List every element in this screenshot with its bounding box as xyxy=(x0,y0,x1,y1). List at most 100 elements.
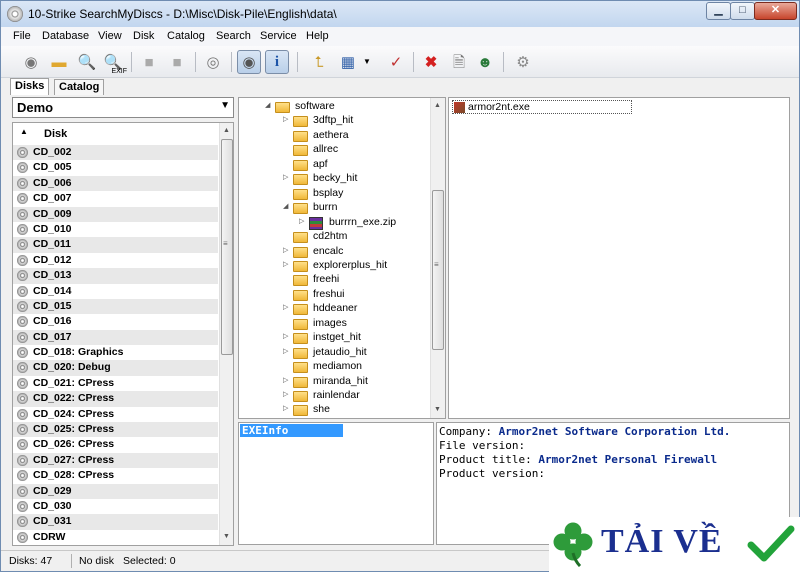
properties-icon[interactable]: ✓ xyxy=(384,50,408,74)
collapse-icon[interactable]: ◢ xyxy=(265,101,270,109)
scroll-down-icon[interactable]: ▼ xyxy=(434,406,441,413)
details-view-icon[interactable]: ■ xyxy=(165,50,189,74)
scroll-up-icon[interactable]: ▲ xyxy=(434,102,441,109)
disk-list-item[interactable]: CD_016 xyxy=(13,314,218,329)
expand-icon[interactable]: ▷ xyxy=(283,303,288,311)
disk-list-item[interactable]: CD_009 xyxy=(13,206,218,222)
scroll-down-icon[interactable]: ▼ xyxy=(223,533,230,540)
settings-gear-icon[interactable]: ⚙ xyxy=(511,50,535,74)
cd-disc-icon xyxy=(17,439,28,451)
disk-list-item[interactable]: CD_010 xyxy=(13,222,218,237)
info-panel-toggle-icon[interactable]: i xyxy=(265,50,289,74)
disk-list-item[interactable]: CD_012 xyxy=(13,253,218,268)
file-item[interactable]: armor2nt.exe xyxy=(452,100,632,114)
disk-list-item[interactable]: CD_029 xyxy=(13,483,218,499)
scroll-up-icon[interactable]: ▲ xyxy=(223,127,230,134)
app-disc-icon[interactable] xyxy=(7,6,23,22)
menu-view[interactable]: View xyxy=(98,30,122,42)
tree-scrollbar[interactable]: ▲ ≡ ▼ xyxy=(430,98,445,418)
disk-list-item[interactable]: CD_020: Debug xyxy=(13,360,218,376)
company-value: Armor2net Software Corporation Ltd. xyxy=(498,425,731,438)
expand-icon[interactable]: ▷ xyxy=(283,347,288,355)
disk-list-item[interactable]: CD_030 xyxy=(13,499,218,514)
disk-list-item[interactable]: CD_026: CPress xyxy=(13,437,218,452)
catalog-select[interactable]: Demo ▼ xyxy=(12,97,234,118)
preview-icon[interactable]: 🗎 xyxy=(447,50,471,74)
maximize-button[interactable]: □ xyxy=(730,2,755,20)
scrollbar-thumb[interactable] xyxy=(432,190,444,350)
disk-list-item[interactable]: CD_018: Graphics xyxy=(13,345,218,360)
toolbar-separator xyxy=(195,52,196,72)
disk-list-scrollbar[interactable]: ▲ ≡ ▼ xyxy=(219,123,233,545)
menu-database[interactable]: Database xyxy=(42,30,89,42)
tree-item-label: miranda_hit xyxy=(313,374,368,387)
expand-icon[interactable]: ▷ xyxy=(283,246,288,254)
disk-stack-icon[interactable]: ◎ xyxy=(201,50,225,74)
expand-icon[interactable]: ▷ xyxy=(299,217,304,225)
disk-list-item[interactable]: CD_011 xyxy=(13,237,218,253)
disk-name: CD_018: Graphics xyxy=(33,346,124,359)
info-section-exeinfo[interactable]: EXEInfo xyxy=(240,424,343,437)
menu-disk[interactable]: Disk xyxy=(133,30,154,42)
folder-icon xyxy=(293,203,308,215)
title-bar[interactable]: 10-Strike SearchMyDiscs - D:\Misc\Disk-P… xyxy=(1,1,799,27)
left-panel-tabs: Disks Catalog xyxy=(1,78,237,95)
delete-icon[interactable]: ✖ xyxy=(419,50,443,74)
disk-list-item[interactable]: CD_014 xyxy=(13,284,218,299)
toolbar-separator xyxy=(131,52,132,72)
menu-help[interactable]: Help xyxy=(306,30,329,42)
disk-list-item[interactable]: CD_006 xyxy=(13,175,218,192)
grid-view-icon[interactable]: ■ xyxy=(137,50,161,74)
disk-list-item[interactable]: CD_021: CPress xyxy=(13,376,218,391)
expand-icon[interactable]: ▷ xyxy=(283,115,288,123)
tree-item-label: software xyxy=(295,100,335,112)
expand-icon[interactable]: ▷ xyxy=(283,173,288,181)
tree-item-label: cd2htm xyxy=(313,230,348,243)
cd-disc-icon xyxy=(17,223,28,235)
disk-list-item[interactable]: CD_031 xyxy=(13,514,218,530)
folder-open-icon xyxy=(275,102,290,113)
expand-icon[interactable]: ▷ xyxy=(283,260,288,268)
tab-catalog[interactable]: Catalog xyxy=(54,79,105,95)
expand-icon[interactable]: ▷ xyxy=(283,404,288,412)
disk-list-item[interactable]: CD_015 xyxy=(13,298,218,315)
open-folder-icon[interactable]: ▬ xyxy=(47,50,71,74)
disk-list-item[interactable]: CDRW xyxy=(13,530,218,545)
view-mode-dropdown-icon[interactable]: ▼ xyxy=(361,50,373,74)
disk-list-panel: ▲ Disk CD_002 CD_005 CD_006 CD_007 CD_009 CD_… xyxy=(12,122,234,546)
toolbar-separator xyxy=(503,52,504,72)
disk-list-item[interactable]: CD_013 xyxy=(13,268,218,284)
chevron-down-icon[interactable]: ▼ xyxy=(220,100,230,111)
disk-list-item[interactable]: CD_024: CPress xyxy=(13,407,218,422)
disk-list-item[interactable]: CD_027: CPress xyxy=(13,452,218,469)
disk-list-item[interactable]: CD_022: CPress xyxy=(13,391,218,407)
minimize-button[interactable]: ▁ xyxy=(706,2,731,20)
tab-disks[interactable]: Disks xyxy=(10,78,50,95)
menu-search[interactable]: Search xyxy=(216,30,251,42)
view-mode-icon[interactable]: ▦ xyxy=(336,50,360,74)
menu-service[interactable]: Service xyxy=(260,30,297,42)
cd-disc-icon xyxy=(17,516,28,528)
menu-file[interactable]: File xyxy=(13,30,31,42)
expand-icon[interactable]: ▷ xyxy=(283,332,288,340)
expand-icon[interactable]: ▷ xyxy=(283,390,288,398)
users-icon[interactable]: ☻ xyxy=(473,50,497,74)
folder-icon xyxy=(293,188,308,200)
disk-list-item[interactable]: CD_028: CPress xyxy=(13,468,218,483)
disk-list-item[interactable]: CD_017 xyxy=(13,329,218,346)
search-icon[interactable]: 🔍 xyxy=(75,50,99,74)
disk-panel-toggle-icon[interactable]: ◉ xyxy=(237,50,261,74)
disk-list-item[interactable]: CD_025: CPress xyxy=(13,422,218,438)
disk-list-item[interactable]: CD_002 xyxy=(13,145,218,161)
collapse-icon[interactable]: ◢ xyxy=(283,202,288,210)
exif-search-icon[interactable]: 🔍 EXIF xyxy=(101,50,127,76)
disk-column-header[interactable]: ▲ Disk xyxy=(13,123,220,143)
scan-disk-icon[interactable]: ◉ xyxy=(19,50,43,74)
disk-list-item[interactable]: CD_007 xyxy=(13,191,218,206)
disk-list-item[interactable]: CD_005 xyxy=(13,160,218,175)
up-folder-icon[interactable]: ⮤ xyxy=(307,50,331,74)
menu-catalog[interactable]: Catalog xyxy=(167,30,205,42)
expand-icon[interactable]: ▷ xyxy=(283,376,288,384)
cd-disc-icon xyxy=(17,393,28,405)
close-button[interactable]: ✕ xyxy=(754,2,797,20)
